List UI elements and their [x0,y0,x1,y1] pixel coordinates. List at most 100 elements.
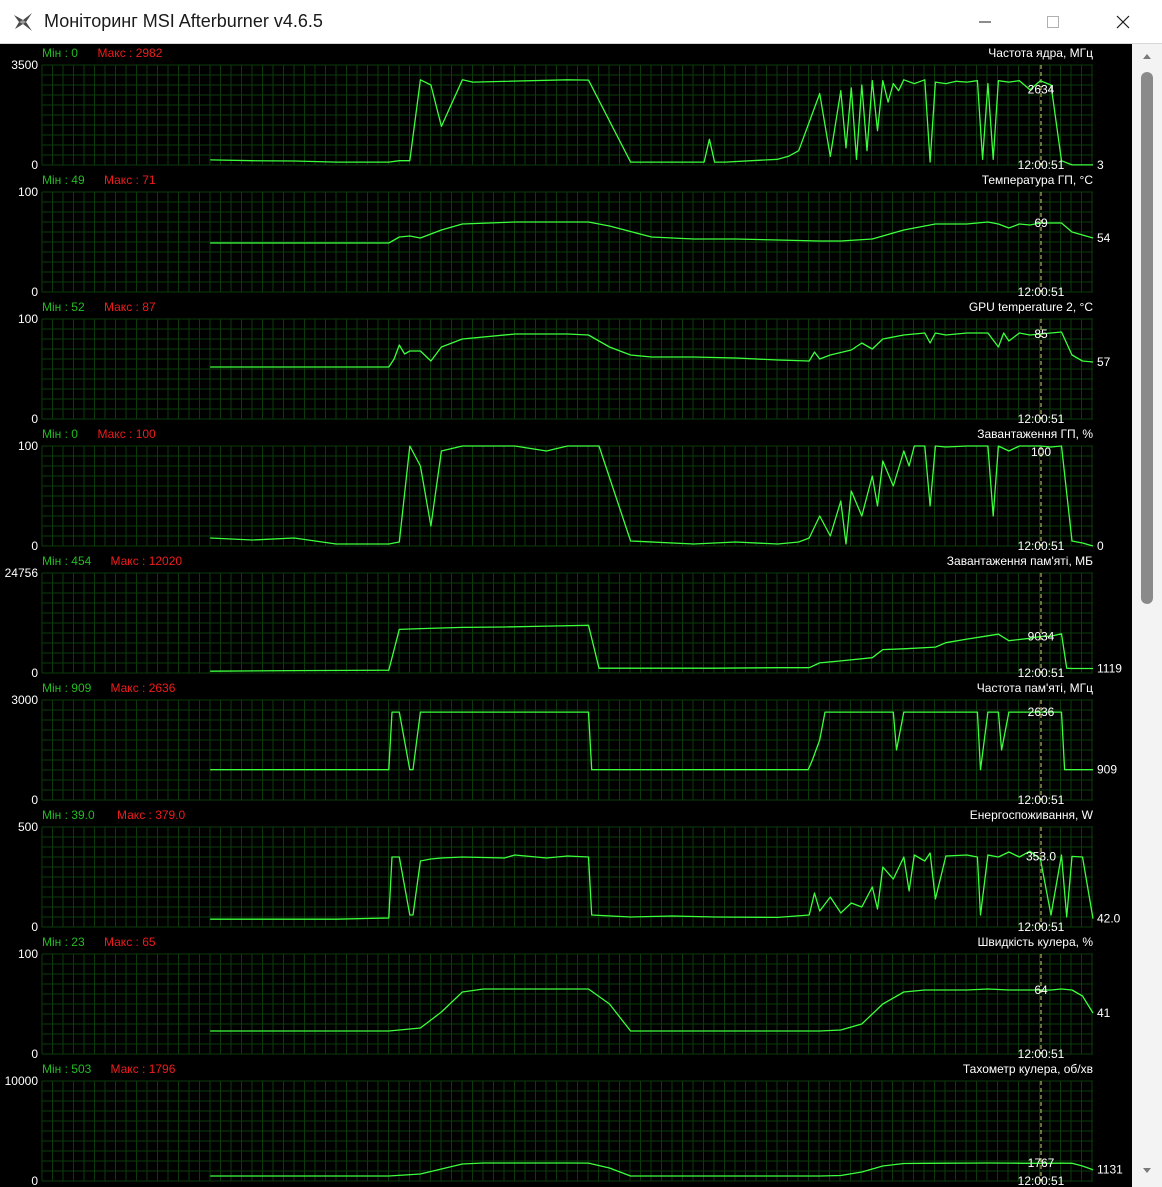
cursor-time-label: 12:00:51 [1018,920,1065,934]
graph-grid [41,445,1093,547]
graph-panel: Мін : 0 Макс : 2982 Частота ядра, МГц 3500 0… [11,46,1104,172]
graph-series-line [210,850,1094,920]
window-title: Моніторинг MSI Afterburner v4.6.5 [44,11,323,31]
graph-grid [41,826,1093,928]
graph-grid [41,191,1093,293]
y-axis-min-label: 0 [31,412,38,426]
current-value-label: 57 [1097,355,1111,369]
close-button[interactable] [1100,0,1146,44]
graph-title: Частота пам'яті, МГц [977,681,1093,695]
graph-panel: Мін : 503 Макс : 1796 Тахометр кулера, об/… [5,1062,1124,1187]
min-value-label: Мін : 503 [42,1062,92,1076]
cursor-time-label: 12:00:51 [1018,285,1065,299]
graph-title: Тахометр кулера, об/хв [963,1062,1093,1076]
cursor-value-label: 64 [1034,983,1048,997]
graph-series-line [210,1162,1094,1177]
y-axis-min-label: 0 [31,1047,38,1061]
cursor-value-label: 9034 [1028,630,1055,644]
monitoring-graphs: Мін : 0 Макс : 2982 Частота ядра, МГц35000… [5,46,1124,1187]
graph-panel: Мін : 39.0 Макс : 379.0 Енергоспоживання, … [18,808,1121,934]
cursor-value-label: 353.0 [1026,849,1056,863]
y-axis-min-label: 0 [31,158,38,172]
y-axis-max-label: 24756 [5,566,39,580]
cursor-value-label: 85 [1034,327,1048,341]
cursor-time-label: 12:00:51 [1018,1047,1065,1061]
max-value-label: Макс : 1796 [111,1062,176,1076]
graph-grid [41,572,1093,674]
cursor-time-label: 12:00:51 [1018,412,1065,426]
cursor-value-label: 69 [1034,216,1048,230]
graph-panel: Мін : 52 Макс : 87 GPU temperature 2, °C 10… [18,300,1111,426]
graph-grid [41,699,1093,801]
y-axis-min-label: 0 [31,285,38,299]
min-value-label: Мін : 0 [42,427,78,441]
graph-series-line [210,988,1094,1032]
y-axis-min-label: 0 [31,1174,38,1187]
scroll-down-arrow-icon[interactable] [1142,1165,1152,1175]
monitoring-graphs-panel[interactable]: Мін : 0 Макс : 2982 Частота ядра, МГц 3500 0… [0,44,1132,1187]
graph-series-line [210,79,1093,166]
graph-panel: Мін : 909 Макс : 2636 Частота пам'яті, МГц… [11,681,1117,807]
cursor-time-label: 12:00:51 [1018,158,1065,172]
cursor-time-label: 12:00:51 [1018,793,1065,807]
max-value-label: Макс : 87 [104,300,156,314]
cursor-time-label: 12:00:51 [1018,666,1065,680]
max-value-label: Макс : 379.0 [117,808,186,822]
min-value-label: Мін : 23 [42,935,85,949]
y-axis-max-label: 500 [18,820,38,834]
afterburner-plane-icon [14,13,32,31]
graph-panel: Мін : 23 Макс : 65 Швидкість кулера, % 100 0… [18,935,1111,1061]
maximize-icon [1047,16,1059,28]
y-axis-max-label: 100 [18,312,38,326]
graph-title: Завантаження ГП, % [977,427,1093,441]
close-icon [1116,15,1130,29]
current-value-label: 1119 [1097,661,1122,675]
cursor-time-label: 12:00:51 [1018,1174,1065,1187]
y-axis-max-label: 10000 [5,1074,39,1088]
y-axis-min-label: 0 [31,793,38,807]
current-value-label: 0 [1097,539,1104,553]
y-axis-min-label: 0 [31,539,38,553]
title-bar: Моніторинг MSI Afterburner v4.6.5 [0,0,1162,44]
cursor-value-label: 1767 [1028,1156,1055,1170]
current-value-label: 54 [1097,231,1111,245]
graph-title: Частота ядра, МГц [988,46,1093,60]
min-value-label: Мін : 909 [42,681,92,695]
graph-series-line [210,711,1093,771]
min-value-label: Мін : 0 [42,46,78,60]
y-axis-max-label: 100 [18,439,38,453]
min-value-label: Мін : 49 [42,173,85,187]
vertical-scrollbar[interactable] [1132,44,1162,1187]
min-value-label: Мін : 52 [42,300,85,314]
graph-title: Завантаження пам'яті, МБ [947,554,1093,568]
y-axis-max-label: 100 [18,185,38,199]
maximize-button[interactable] [1030,0,1076,44]
graph-grid [41,953,1093,1055]
min-value-label: Мін : 454 [42,554,92,568]
current-value-label: 1131 [1097,1163,1123,1177]
max-value-label: Макс : 12020 [111,554,183,568]
graph-title: GPU temperature 2, °C [969,300,1094,314]
minimize-icon [979,21,991,23]
minimize-button[interactable] [962,0,1008,44]
scrollbar-thumb[interactable] [1141,72,1153,604]
cursor-value-label: 100 [1031,445,1051,459]
max-value-label: Макс : 100 [98,427,157,441]
y-axis-max-label: 3500 [11,58,38,72]
y-axis-min-label: 0 [31,920,38,934]
cursor-value-label: 2634 [1028,83,1055,97]
y-axis-max-label: 100 [18,947,38,961]
graph-title: Енергоспоживання, W [970,808,1094,822]
graph-series-line [210,624,1093,672]
graph-panel: Мін : 454 Макс : 12020 Завантаження пам'ят… [5,554,1123,680]
max-value-label: Макс : 65 [104,935,156,949]
max-value-label: Макс : 71 [104,173,156,187]
scroll-up-arrow-icon[interactable] [1142,52,1152,62]
graph-panel: Мін : 49 Макс : 71 Температура ГП, °C 100 0 6… [18,173,1111,299]
graph-grid [41,1080,1093,1182]
y-axis-max-label: 3000 [11,693,38,707]
cursor-time-label: 12:00:51 [1018,539,1065,553]
current-value-label: 42.0 [1097,912,1121,926]
cursor-value-label: 2636 [1028,705,1055,719]
graph-panel: Мін : 0 Макс : 100 Завантаження ГП, % 100 0 1… [18,427,1104,553]
